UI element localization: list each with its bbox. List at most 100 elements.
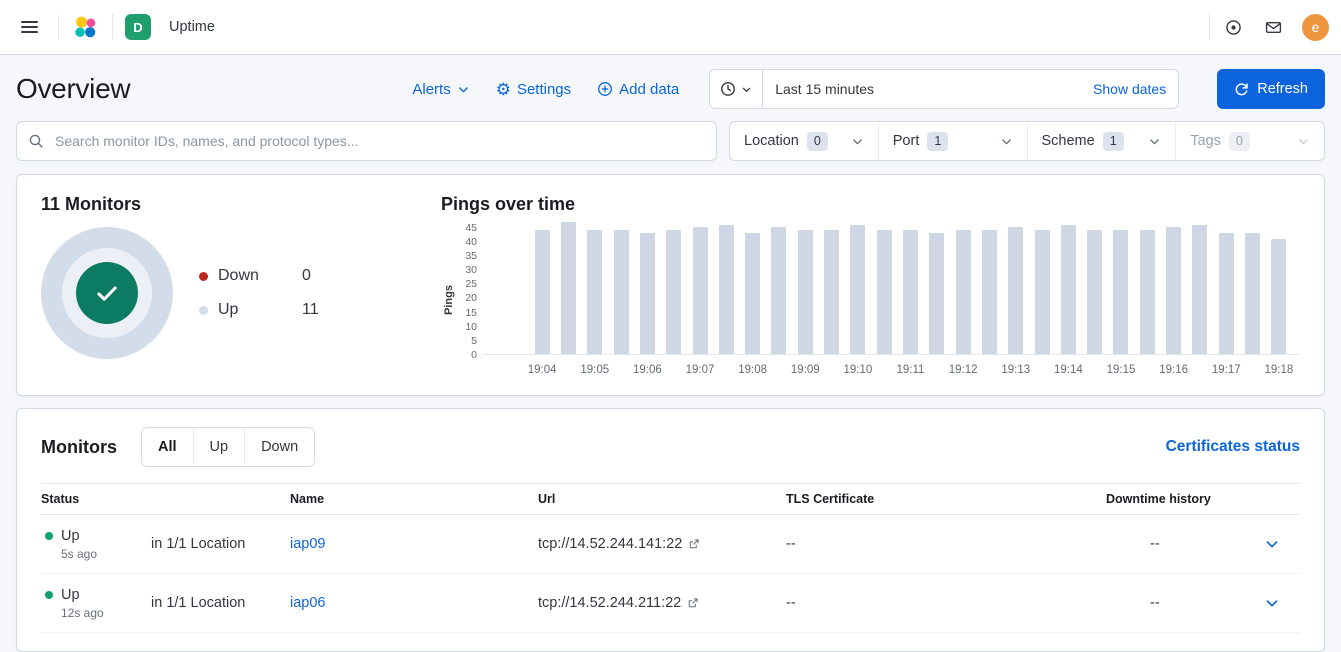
table-header: Status Name Url TLS Certificate Downtime his… <box>41 483 1300 515</box>
alerts-menu-button[interactable]: Alerts <box>412 81 469 98</box>
ping-bar <box>1034 230 1050 354</box>
monitors-title: Monitors <box>41 437 117 457</box>
search-input[interactable] <box>16 121 717 161</box>
ping-bar <box>560 221 576 354</box>
ping-bar <box>1271 238 1287 354</box>
legend-item: Down 0 <box>199 267 319 285</box>
chevron-down-icon <box>1001 138 1011 144</box>
chevron-down-icon <box>1266 600 1278 607</box>
legend-dot <box>199 305 208 315</box>
x-tick: 19:12 <box>948 364 978 376</box>
expand-row-button[interactable] <box>1260 532 1284 556</box>
ping-bar <box>955 230 971 354</box>
bar-plot-area <box>483 219 1300 355</box>
chevron-down-icon <box>1266 541 1278 548</box>
newsfeed-icon <box>1225 19 1241 35</box>
ping-bar <box>824 230 840 354</box>
x-tick: 19:09 <box>790 364 820 376</box>
elastic-logo[interactable] <box>71 13 100 42</box>
divider <box>58 14 59 40</box>
expand-row-button[interactable] <box>1260 591 1284 615</box>
divider <box>112 14 113 40</box>
x-tick: 19:10 <box>843 364 873 376</box>
filter-scheme[interactable]: Scheme 1 <box>1028 122 1177 160</box>
time-range-display[interactable]: Last 15 minutes <box>763 81 1081 97</box>
status-location: in 1/1 Location <box>151 536 246 552</box>
monitors-table: Status Name Url TLS Certificate Downtime his… <box>41 483 1300 633</box>
filter-count-badge: 0 <box>806 131 828 151</box>
user-avatar[interactable]: e <box>1302 13 1329 41</box>
ping-bar <box>1113 230 1129 354</box>
ping-bar <box>902 230 918 354</box>
quick-select-time-button[interactable] <box>710 70 764 108</box>
add-data-button[interactable]: Add data <box>597 81 679 98</box>
filter-tags[interactable]: Tags 0 <box>1176 122 1324 160</box>
search-icon <box>29 134 43 148</box>
tab-all[interactable]: All <box>142 428 194 466</box>
x-tick: 19:15 <box>1106 364 1136 376</box>
legend-value: 0 <box>302 267 311 284</box>
ping-bar <box>745 233 761 354</box>
monitor-url-link[interactable]: tcp://14.52.244.141:22 <box>538 536 682 552</box>
x-tick: 19:07 <box>685 364 715 376</box>
filter-group: Location 0 Port 1 Scheme 1 Tags 0 <box>729 121 1325 161</box>
space-badge[interactable]: D <box>125 14 151 40</box>
mail-icon <box>1265 21 1281 33</box>
ping-bar <box>981 230 997 354</box>
certificates-status-link[interactable]: Certificates status <box>1166 438 1300 456</box>
status-label: Up <box>61 527 80 544</box>
filter-label: Tags <box>1190 133 1221 149</box>
y-tick: 20 <box>465 292 477 305</box>
filter-location[interactable]: Location 0 <box>730 122 879 160</box>
page-header: Overview Alerts ⚙ Settings Add data Last… <box>16 69 1325 109</box>
newsfeed-button[interactable] <box>1216 10 1250 44</box>
chevron-down-icon <box>458 86 468 92</box>
refresh-button[interactable]: Refresh <box>1217 69 1325 109</box>
table-row: Up 12s ago in 1/1 Location iap06 tcp://1… <box>41 574 1300 633</box>
settings-button[interactable]: ⚙ Settings <box>496 81 571 98</box>
filter-port[interactable]: Port 1 <box>879 122 1028 160</box>
monitor-name-link[interactable]: iap09 <box>290 536 325 552</box>
all-up-check-badge <box>76 262 138 324</box>
tab-down[interactable]: Down <box>245 428 314 466</box>
ping-bar <box>1166 227 1182 354</box>
monitors-panel: Monitors All Up Down Certificates status S… <box>16 408 1325 652</box>
monitor-name-link[interactable]: iap06 <box>290 595 325 611</box>
snapshot-panel: 11 Monitors Down 0 Up 11 Pings over time Pi… <box>16 174 1325 396</box>
y-axis-label: Pings <box>443 285 456 315</box>
table-row: Up 5s ago in 1/1 Location iap09 tcp://14… <box>41 515 1300 574</box>
menu-button[interactable] <box>12 10 46 44</box>
chevron-down-icon <box>1299 138 1308 144</box>
clock-icon <box>721 82 736 96</box>
column-header: Name <box>290 492 325 506</box>
legend-value: 11 <box>302 301 319 318</box>
ping-bar <box>850 224 866 354</box>
pings-chart: Pings over time Pings 45 40 35 30 25 20 15 10 5 0… <box>441 193 1300 381</box>
x-tick: 19:04 <box>527 364 557 376</box>
monitors-count-title: 11 Monitors <box>41 194 142 214</box>
downtime-cell: -- <box>1150 595 1160 611</box>
show-dates-button[interactable]: Show dates <box>1081 81 1178 97</box>
ping-bar <box>1008 227 1024 354</box>
status-location: in 1/1 Location <box>151 595 246 611</box>
ping-bar <box>613 230 629 354</box>
status-cell: Up 12s ago in 1/1 Location <box>41 587 290 620</box>
ping-bar <box>639 233 655 354</box>
legend-item: Up 11 <box>199 301 319 319</box>
tls-cell: -- <box>786 595 796 611</box>
date-picker: Last 15 minutes Show dates <box>709 69 1180 109</box>
gear-icon: ⚙ <box>495 79 511 99</box>
x-tick: 19:06 <box>633 364 662 376</box>
ping-bar <box>1139 230 1155 354</box>
legend-label: Up <box>218 301 239 318</box>
monitor-url-link[interactable]: tcp://14.52.244.211:22 <box>538 595 681 611</box>
filter-label: Location <box>744 133 799 149</box>
column-header: Url <box>538 492 556 506</box>
y-tick: 0 <box>471 349 477 361</box>
x-axis-labels: 19:04 19:05 19:06 19:07 19:08 19:09 19:10 19:11… <box>527 355 1293 381</box>
mail-button[interactable] <box>1256 10 1290 44</box>
legend-label: Down <box>218 267 259 284</box>
tab-up[interactable]: Up <box>194 428 246 466</box>
downtime-cell: -- <box>1150 536 1160 552</box>
ping-bar <box>666 230 682 354</box>
